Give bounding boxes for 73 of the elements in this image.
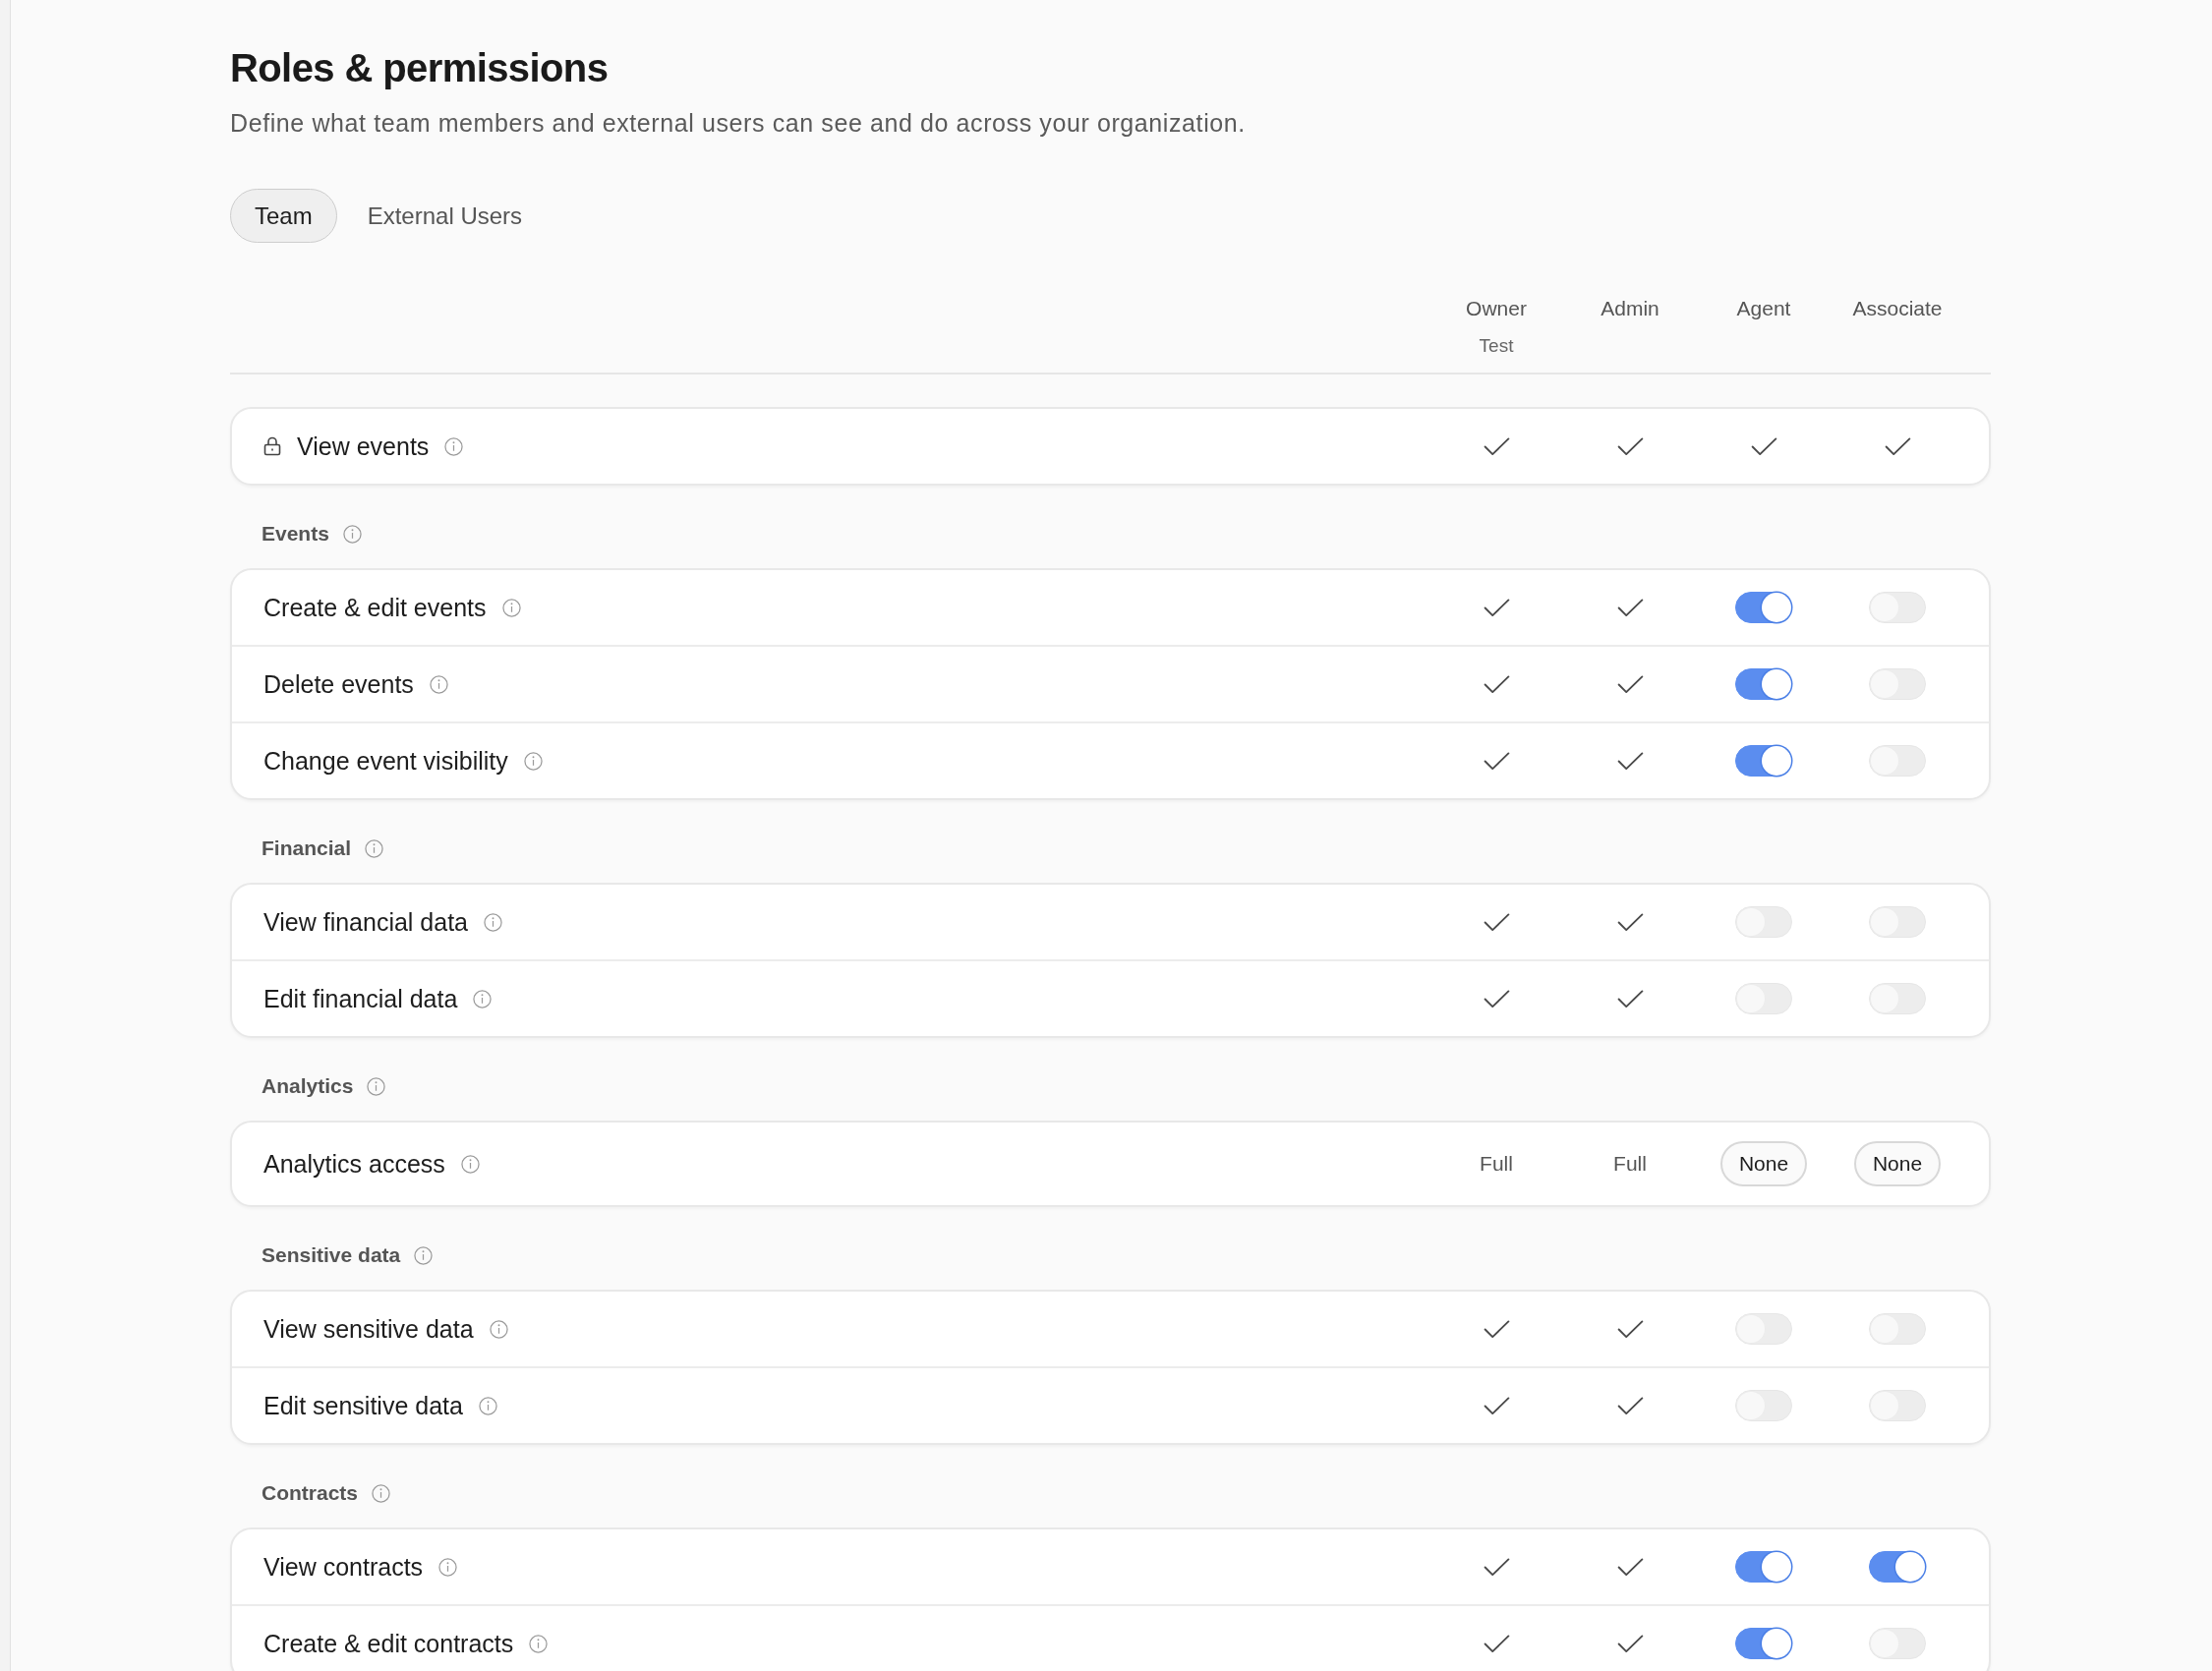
info-icon[interactable] (529, 1634, 549, 1653)
permission-label: Create & edit events (263, 593, 487, 623)
check-icon (1483, 1557, 1510, 1577)
info-icon[interactable] (429, 674, 448, 694)
check-icon (1884, 436, 1911, 456)
permission-label: Change event visibility (263, 746, 508, 777)
check-icon (1483, 1396, 1510, 1415)
info-icon[interactable] (372, 1483, 391, 1503)
info-icon[interactable] (414, 1245, 434, 1265)
toggle-switch[interactable] (1735, 1628, 1792, 1659)
section-title: Contracts (262, 1480, 359, 1506)
check-icon (1483, 751, 1510, 771)
tab[interactable]: Team (230, 189, 337, 243)
permission-label: Create & edit contracts (263, 1629, 514, 1659)
column-header: Associate (1852, 296, 1943, 321)
check-icon (1483, 598, 1510, 617)
info-icon[interactable] (460, 1154, 480, 1174)
column-header: Agent (1736, 296, 1791, 321)
info-icon[interactable] (489, 1319, 508, 1339)
info-icon[interactable] (367, 1076, 386, 1096)
permission-label: Edit sensitive data (263, 1391, 463, 1421)
check-icon (1616, 912, 1644, 932)
permission-label: Edit financial data (263, 984, 458, 1014)
column-header: Owner (1466, 296, 1527, 321)
toggle-switch[interactable] (1735, 668, 1792, 700)
section-title: Events (262, 521, 329, 547)
column-header: Admin (1601, 296, 1659, 321)
access-level-select[interactable]: None (1719, 1141, 1808, 1186)
toggle-switch[interactable] (1735, 745, 1792, 777)
permission-label: View contracts (263, 1552, 424, 1583)
info-icon[interactable] (501, 598, 521, 617)
access-level-text: Full (1480, 1151, 1513, 1177)
permission-label: View sensitive data (263, 1314, 474, 1345)
access-level-text: Full (1613, 1151, 1647, 1177)
check-icon (1616, 989, 1644, 1008)
check-icon (1483, 436, 1510, 456)
check-icon (1750, 436, 1777, 456)
permission-label: View events (297, 432, 430, 462)
check-icon (1483, 989, 1510, 1008)
permission-label: Delete events (263, 669, 414, 700)
info-icon[interactable] (438, 1557, 458, 1577)
info-icon[interactable] (523, 751, 543, 771)
access-level-select[interactable]: None (1853, 1141, 1942, 1186)
check-icon (1616, 674, 1644, 694)
info-icon[interactable] (444, 436, 464, 456)
check-icon (1483, 912, 1510, 932)
toggle-switch[interactable] (1735, 1551, 1792, 1583)
info-icon[interactable] (473, 989, 493, 1008)
section-title: Financial (262, 836, 352, 861)
toggle-switch[interactable] (1869, 1551, 1926, 1583)
section-title: Sensitive data (262, 1242, 401, 1268)
check-icon (1616, 598, 1644, 617)
page-title: Roles & permissions (230, 45, 610, 91)
page-subtitle: Define what team members and external users can see and do across your organization. (230, 108, 1247, 139)
check-icon (1616, 751, 1644, 771)
check-icon (1616, 1634, 1644, 1653)
check-icon (1616, 1319, 1644, 1339)
section-title: Analytics (262, 1073, 354, 1099)
toggle-switch[interactable] (1735, 592, 1792, 623)
check-icon (1616, 1557, 1644, 1577)
info-icon[interactable] (484, 912, 502, 932)
check-icon (1483, 1634, 1510, 1653)
check-icon (1483, 674, 1510, 694)
info-icon[interactable] (478, 1396, 497, 1415)
check-icon (1616, 436, 1644, 456)
column-subheader: Test (1479, 334, 1514, 358)
check-icon (1616, 1396, 1644, 1415)
permission-label: View financial data (263, 907, 468, 938)
tab[interactable]: External Users (342, 189, 548, 243)
info-icon[interactable] (342, 524, 362, 544)
permission-label: Analytics access (263, 1149, 445, 1180)
info-icon[interactable] (365, 838, 384, 858)
check-icon (1483, 1319, 1510, 1339)
